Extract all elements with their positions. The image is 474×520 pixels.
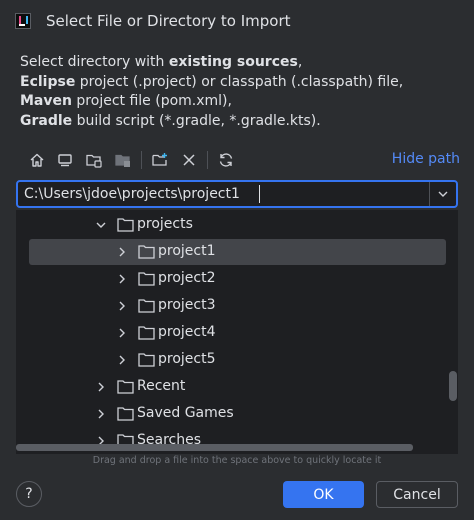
title-bar: Select File or Directory to Import — [0, 0, 474, 44]
tree-item-label: Saved Games — [137, 405, 234, 421]
selection-highlight — [29, 239, 446, 265]
vertical-scrollbar-thumb[interactable] — [449, 371, 457, 401]
description-line-4: Gradle build script (*.gradle, *.gradle.… — [20, 112, 321, 129]
folder-icon — [138, 245, 155, 259]
file-chooser-toolbar: Hide path — [20, 147, 460, 173]
tree-item-label: project4 — [158, 324, 216, 340]
hide-path-link[interactable]: Hide path — [392, 151, 460, 167]
tree-item-label: Recent — [137, 378, 186, 394]
delete-button[interactable] — [176, 147, 202, 173]
folder-icon — [138, 353, 155, 367]
new-folder-icon — [152, 153, 167, 166]
help-button[interactable]: ? — [16, 481, 42, 507]
path-input[interactable] — [24, 184, 424, 204]
chevron-right-icon[interactable] — [115, 353, 129, 367]
desktop-icon — [58, 154, 72, 167]
folder-icon — [117, 218, 134, 232]
tree-row-recent[interactable]: Recent — [16, 374, 458, 401]
text-caret — [259, 185, 260, 203]
folder-icon — [138, 326, 155, 340]
refresh-icon — [219, 153, 233, 167]
chevron-right-icon[interactable] — [94, 380, 108, 394]
chevron-down-icon[interactable] — [94, 218, 108, 232]
tree-row-project3[interactable]: project3 — [16, 293, 458, 320]
toolbar-separator — [207, 151, 208, 169]
chevron-right-icon[interactable] — [94, 407, 108, 421]
tree-row-saved-games[interactable]: Saved Games — [16, 401, 458, 428]
desktop-button[interactable] — [52, 147, 78, 173]
path-field[interactable] — [16, 180, 458, 208]
description-line-2: Eclipse project (.project) or classpath … — [20, 73, 404, 90]
path-history-dropdown[interactable] — [430, 182, 456, 206]
dialog-description: Select directory with existing sources, … — [20, 53, 460, 131]
project-folder-button[interactable] — [81, 147, 107, 173]
home-icon — [30, 153, 44, 167]
folder-icon — [117, 407, 134, 421]
home-button[interactable] — [24, 147, 50, 173]
module-folder-icon — [115, 154, 130, 167]
folder-icon — [117, 380, 134, 394]
tree-item-label: project3 — [158, 297, 216, 313]
refresh-button[interactable] — [213, 147, 239, 173]
tree-row-project2[interactable]: project2 — [16, 266, 458, 293]
description-line-1: Select directory with existing sources, — [20, 54, 303, 70]
description-line-3: Maven project file (pom.xml), — [20, 93, 232, 109]
horizontal-scrollbar-thumb[interactable] — [16, 444, 413, 451]
tree-row-projects[interactable]: projects — [16, 212, 458, 239]
delete-icon — [183, 154, 195, 166]
chevron-right-icon[interactable] — [115, 272, 129, 286]
chevron-right-icon[interactable] — [115, 299, 129, 313]
tree-item-label: projects — [137, 216, 193, 232]
tree-row-project1[interactable]: project1 — [16, 239, 458, 266]
ok-button[interactable]: OK — [283, 481, 364, 508]
toolbar-separator — [141, 151, 142, 169]
folder-icon — [138, 272, 155, 286]
chevron-right-icon[interactable] — [115, 326, 129, 340]
tree-item-label: project1 — [158, 243, 216, 259]
dialog-title: Select File or Directory to Import — [46, 12, 291, 30]
tree-item-label: project2 — [158, 270, 216, 286]
chevron-down-icon — [438, 191, 448, 197]
tree-row-project4[interactable]: project4 — [16, 320, 458, 347]
file-tree[interactable]: projects project1 project2 project3 proj… — [16, 210, 458, 454]
tree-row-project5[interactable]: project5 — [16, 347, 458, 374]
drag-drop-hint: Drag and drop a file into the space abov… — [92, 455, 382, 466]
intellij-app-icon — [15, 13, 31, 29]
new-folder-button[interactable] — [147, 147, 173, 173]
folder-icon — [138, 299, 155, 313]
tree-item-label: project5 — [158, 351, 216, 367]
project-folder-icon — [86, 154, 102, 168]
chevron-right-icon[interactable] — [115, 245, 129, 259]
cancel-button[interactable]: Cancel — [376, 481, 458, 508]
module-folder-button — [110, 147, 136, 173]
